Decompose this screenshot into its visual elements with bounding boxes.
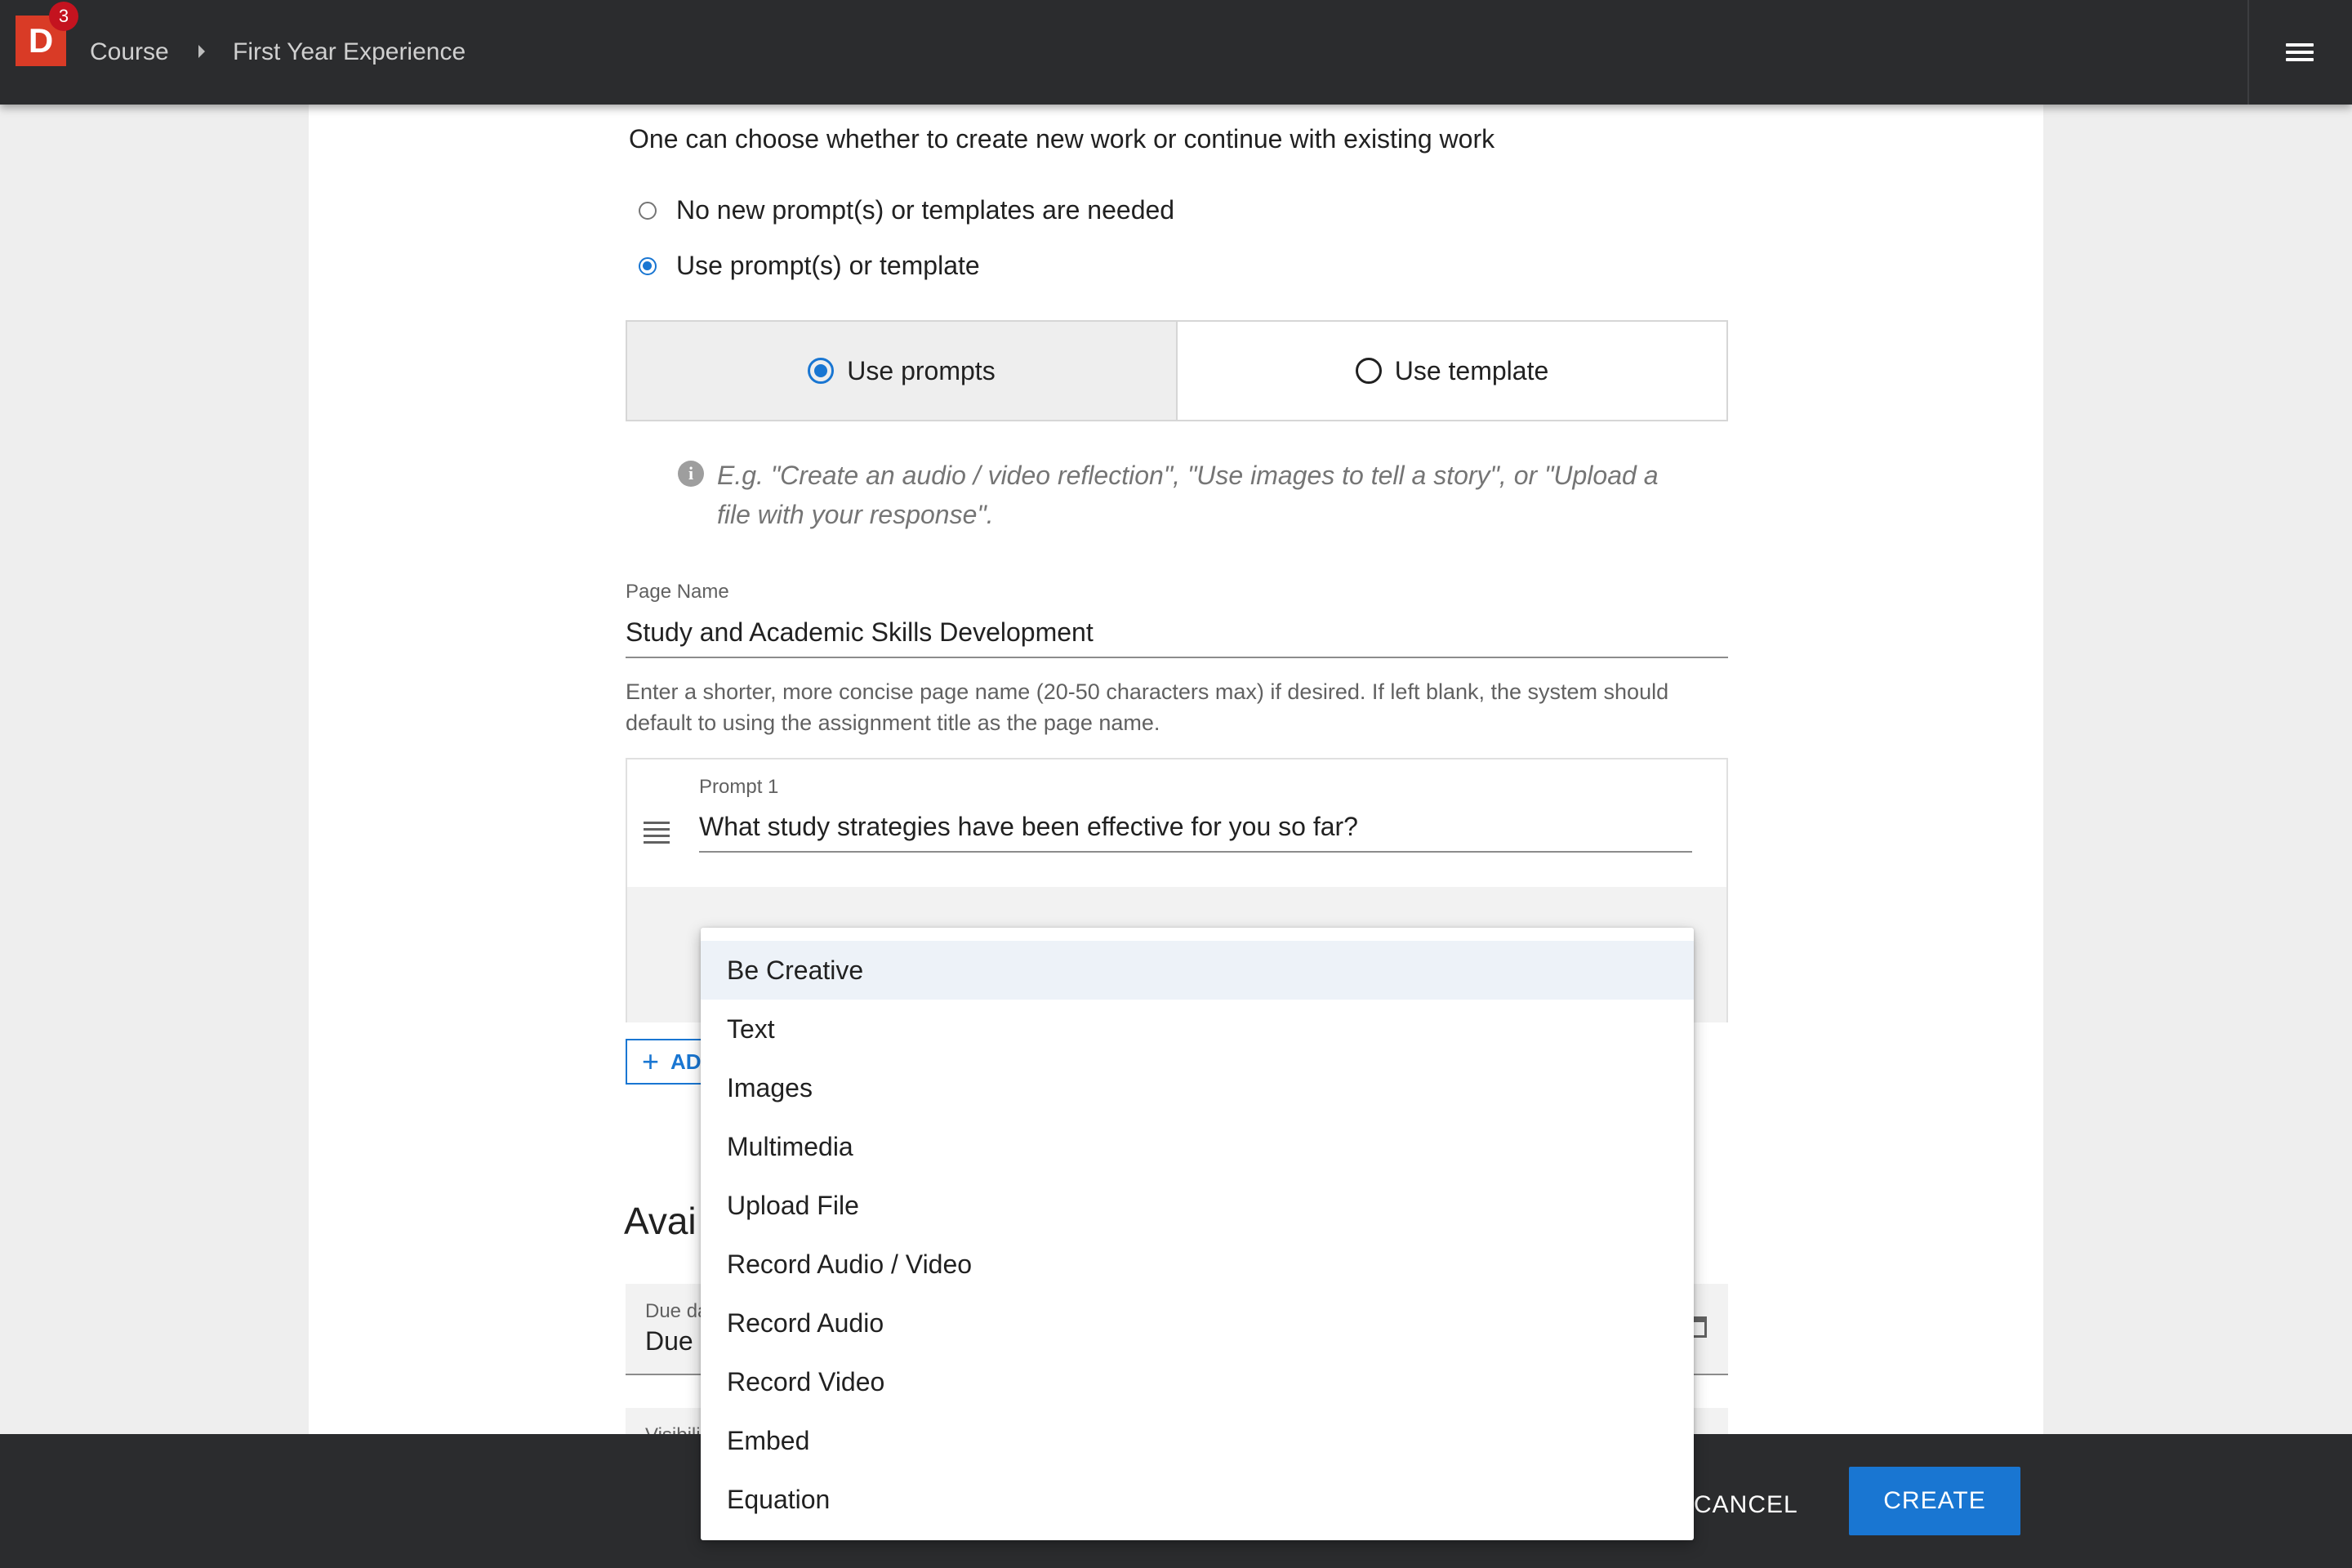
menu-item-upload-file[interactable]: Upload File — [701, 1176, 1694, 1235]
option-label: Use prompt(s) or template — [676, 251, 980, 280]
option-label: No new prompt(s) or templates are needed — [676, 195, 1175, 225]
radio-selected-icon[interactable] — [639, 256, 657, 275]
prompt-type-dropdown: Be Creative Text Images Multimedia Uploa… — [701, 928, 1694, 1540]
menu-item-embed[interactable]: Embed — [701, 1411, 1694, 1470]
menu-item-be-creative[interactable]: Be Creative — [701, 941, 1694, 1000]
page-name-underline — [626, 657, 1728, 658]
radio-unselected-icon[interactable] — [639, 201, 657, 220]
hamburger-menu-icon[interactable] — [2286, 43, 2314, 63]
menu-item-text[interactable]: Text — [701, 1000, 1694, 1058]
menu-item-record-audio[interactable]: Record Audio — [701, 1294, 1694, 1352]
prompt-underline — [699, 851, 1692, 853]
create-button[interactable]: CREATE — [1849, 1467, 2020, 1535]
info-icon: i — [678, 461, 704, 487]
notification-badge[interactable]: 3 — [49, 2, 78, 31]
hint: i E.g. "Create an audio / video reflecti… — [678, 456, 1699, 534]
menu-item-record-video[interactable]: Record Video — [701, 1352, 1694, 1411]
use-template-label: Use template — [1394, 355, 1549, 385]
hint-text: E.g. "Create an audio / video reflection… — [717, 461, 1659, 529]
add-button-label: AD — [670, 1049, 702, 1074]
menu-item-record-audio-video[interactable]: Record Audio / Video — [701, 1235, 1694, 1294]
page-name-input[interactable]: Study and Academic Skills Development — [626, 617, 1094, 648]
due-date-label: Due da — [645, 1300, 709, 1322]
intro-text: One can choose whether to create new wor… — [629, 124, 1495, 154]
breadcrumb-separator-icon — [198, 45, 205, 58]
page-name-label: Page Name — [626, 581, 729, 603]
radio-unselected-icon — [1355, 358, 1382, 384]
menu-item-images[interactable]: Images — [701, 1058, 1694, 1117]
prompt-label: Prompt 1 — [699, 776, 779, 798]
plus-icon: + — [642, 1045, 660, 1078]
divider — [2247, 0, 2249, 105]
breadcrumb-current[interactable]: First Year Experience — [233, 34, 466, 70]
cancel-button[interactable]: CANCEL — [1694, 1491, 1798, 1519]
use-prompts-option[interactable]: Use prompts — [627, 322, 1178, 420]
page-name-help: Enter a shorter, more concise page name … — [626, 679, 1669, 735]
prompt-template-toggle: Use prompts Use template — [626, 320, 1728, 421]
menu-item-multimedia[interactable]: Multimedia — [701, 1117, 1694, 1176]
top-app-bar: D 3 Course First Year Experience — [0, 0, 2352, 105]
breadcrumb-course[interactable]: Course — [90, 34, 169, 70]
availability-heading: Avai — [624, 1200, 697, 1242]
menu-item-equation[interactable]: Equation — [701, 1470, 1694, 1529]
radio-selected-icon — [808, 358, 835, 384]
prompt-input[interactable]: What study strategies have been effectiv… — [699, 812, 1358, 842]
use-prompts-label: Use prompts — [847, 355, 996, 385]
drag-handle-icon[interactable] — [644, 822, 670, 848]
option-use-prompts[interactable]: Use prompt(s) or template — [639, 251, 980, 281]
option-no-prompts[interactable]: No new prompt(s) or templates are needed — [639, 195, 1174, 225]
use-template-option[interactable]: Use template — [1178, 322, 1726, 420]
due-date-value: Due — [645, 1326, 693, 1356]
